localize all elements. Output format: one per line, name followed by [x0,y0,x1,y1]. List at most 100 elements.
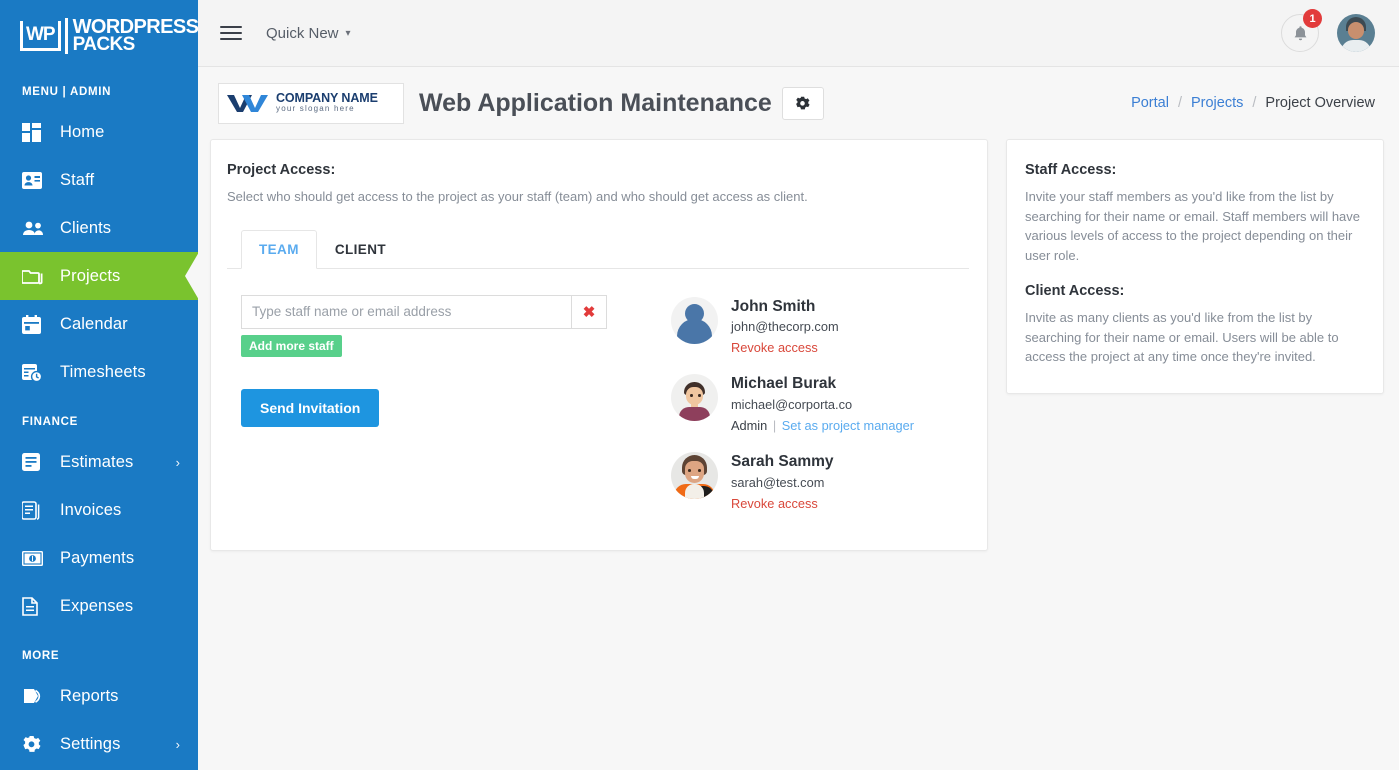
id-card-icon [22,172,52,189]
avatar-eye-right [698,469,701,472]
sidebar-item-estimates[interactable]: Estimates › [0,438,198,486]
bell-icon [1293,25,1308,42]
members-list: John Smith john@thecorp.com Revoke acces… [671,295,969,531]
page-title: Web Application Maintenance [419,89,772,118]
staff-search-input[interactable] [241,295,571,329]
client-access-title: Client Access: [1025,283,1363,299]
member-name: Michael Burak [731,374,914,395]
timesheet-icon [22,363,52,382]
avatar [671,452,718,499]
gear-icon [22,735,52,754]
member-role: Admin [731,418,767,433]
member-name: Sarah Sammy [731,452,834,473]
avatar-shoulders [677,319,712,344]
send-invitation-button[interactable]: Send Invitation [241,389,379,427]
avatar-eye-left [688,469,691,472]
access-help-card: Staff Access: Invite your staff members … [1006,139,1384,394]
page-header: COMPANY NAME your slogan here Web Applic… [198,67,1399,139]
sidebar-section-more: MORE [0,630,198,672]
sidebar-item-payments[interactable]: Payments [0,534,198,582]
list-item: Michael Burak michael@corporta.co Admin … [671,374,969,436]
revoke-access-link[interactable]: Revoke access [731,494,834,514]
staff-input-row: ✖ [241,295,671,329]
sidebar-item-label: Timesheets [60,363,146,382]
quick-new-label: Quick New [266,25,339,42]
avatar-shirt-middle [685,484,704,499]
invite-form: ✖ Add more staff Send Invitation [241,295,671,531]
avatar-body [679,407,710,421]
page-body: Project Access: Select who should get ac… [198,139,1399,770]
project-access-description: Select who should get access to the proj… [227,187,969,207]
user-avatar[interactable] [1337,14,1375,52]
tab-team[interactable]: TEAM [241,230,317,269]
member-name: John Smith [731,297,839,318]
sidebar-item-clients[interactable]: Clients [0,204,198,252]
notifications-button[interactable]: 1 [1281,14,1319,52]
wp-mark-icon: WP [20,21,61,51]
brand-logo[interactable]: WP WORDPRESS PACKS [0,0,198,72]
sidebar-section-admin: MENU | ADMIN [0,72,198,108]
set-as-project-manager-link[interactable]: Set as project manager [782,418,914,433]
invoice-icon [22,501,52,520]
sidebar-item-label: Settings [60,735,120,754]
people-icon [22,221,52,236]
sidebar-item-settings[interactable]: Settings › [0,720,198,768]
add-more-staff-button[interactable]: Add more staff [241,335,342,357]
breadcrumb-current: Project Overview [1265,95,1375,111]
project-access-title: Project Access: [227,162,969,178]
role-separator: | [773,418,776,433]
topbar: Quick New ▾ 1 [198,0,1399,67]
project-settings-button[interactable] [782,87,824,120]
content-area: Quick New ▾ 1 [198,0,1399,770]
topbar-right: 1 [1281,14,1375,52]
notification-badge: 1 [1303,9,1322,28]
sidebar-item-label: Estimates [60,453,133,472]
avatar-eye-right [698,394,701,397]
sidebar-item-projects[interactable]: Projects [0,252,198,300]
list-item: Sarah Sammy sarah@test.com Revoke access [671,452,969,514]
sidebar-item-label: Staff [60,171,94,190]
folder-icon [22,268,52,285]
tab-client[interactable]: CLIENT [317,230,404,269]
sidebar-item-expenses[interactable]: Expenses [0,582,198,630]
list-item: John Smith john@thecorp.com Revoke acces… [671,297,969,359]
breadcrumb: Portal / Projects / Project Overview [1131,95,1375,111]
avatar-face [685,461,704,483]
breadcrumb-projects[interactable]: Projects [1191,95,1243,111]
reports-icon [22,687,52,706]
sidebar-item-label: Reports [60,687,118,706]
avatar [671,374,718,421]
dashboard-icon [22,123,52,142]
avatar-body [1341,40,1371,52]
staff-access-title: Staff Access: [1025,162,1363,178]
company-mark-icon [226,91,270,115]
sidebar-item-reports[interactable]: Reports [0,672,198,720]
breadcrumb-portal[interactable]: Portal [1131,95,1169,111]
chevron-right-icon: › [176,737,180,752]
member-email: john@thecorp.com [731,317,839,337]
revoke-access-link[interactable]: Revoke access [731,338,839,358]
sidebar-item-calendar[interactable]: Calendar [0,300,198,348]
avatar-eye-left [690,394,693,397]
hamburger-icon[interactable] [220,22,242,44]
sidebar-item-home[interactable]: Home [0,108,198,156]
sidebar-item-timesheets[interactable]: Timesheets [0,348,198,396]
brand-line-2: PACKS [65,36,198,53]
project-access-card: Project Access: Select who should get ac… [210,139,988,551]
avatar-face [1348,22,1364,39]
sidebar-item-label: Expenses [60,597,133,616]
quick-new-dropdown[interactable]: Quick New ▾ [266,25,351,42]
sidebar-item-staff[interactable]: Staff [0,156,198,204]
breadcrumb-separator: / [1178,95,1182,111]
money-icon [22,551,52,566]
company-logo: COMPANY NAME your slogan here [218,83,404,124]
remove-staff-row-button[interactable]: ✖ [571,295,607,329]
member-email: sarah@test.com [731,473,834,493]
close-icon: ✖ [583,303,596,321]
gear-icon [795,96,810,111]
sidebar-item-label: Calendar [60,315,128,334]
sidebar: WP WORDPRESS PACKS MENU | ADMIN Home Sta… [0,0,198,770]
sidebar-section-finance: FINANCE [0,396,198,438]
sidebar-item-invoices[interactable]: Invoices [0,486,198,534]
access-tabs: TEAM CLIENT [227,229,969,269]
